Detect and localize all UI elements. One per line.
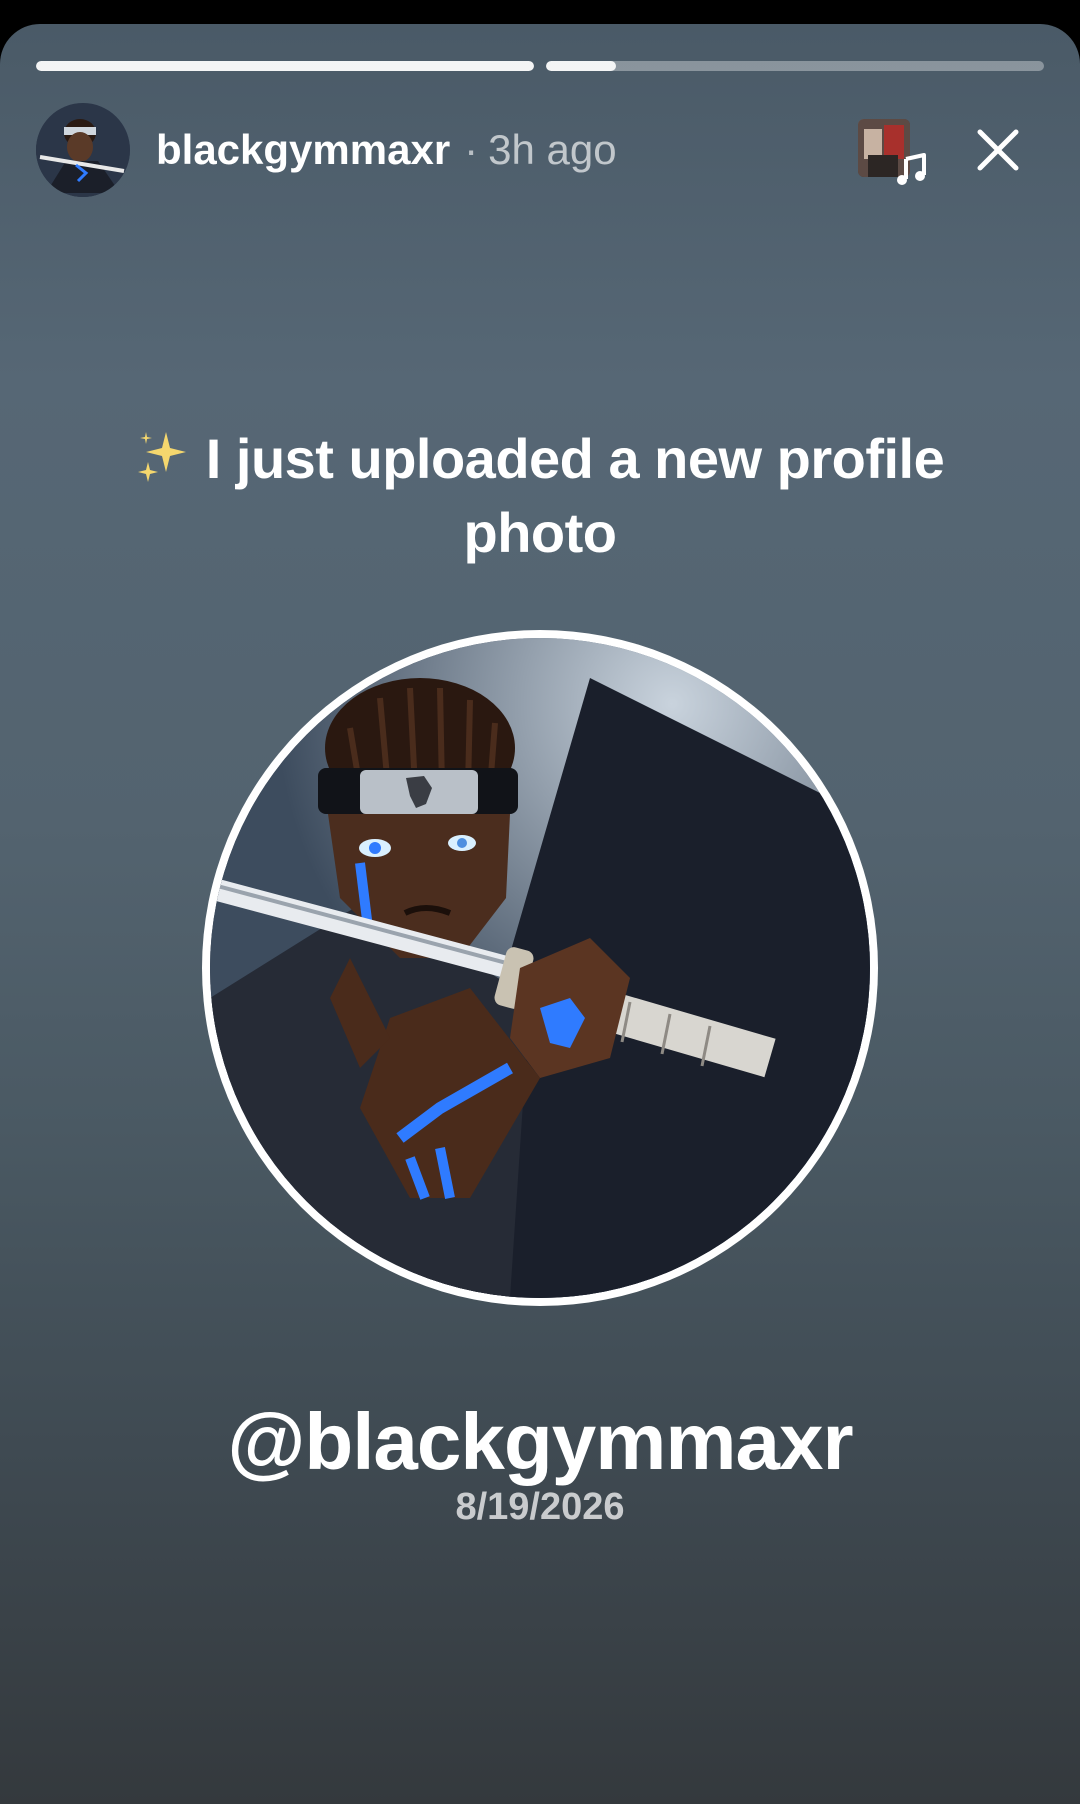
avatar-image bbox=[36, 103, 130, 197]
time-ago: 3h ago bbox=[488, 126, 617, 173]
sparkles-icon bbox=[137, 432, 186, 482]
story-caption: I just uploaded a new profile photo bbox=[100, 422, 980, 570]
story-header: blackgymmaxr · 3h ago bbox=[36, 102, 1044, 198]
progress-segment-2 bbox=[546, 61, 1044, 71]
separator-dot: · bbox=[464, 126, 479, 173]
caption-text: I just uploaded a new profile photo bbox=[205, 427, 945, 564]
profile-photo[interactable] bbox=[202, 630, 878, 1306]
upload-date: 8/19/2026 bbox=[455, 1486, 625, 1528]
username[interactable]: blackgymmaxr bbox=[156, 126, 450, 174]
profile-photo-image bbox=[210, 638, 870, 1298]
progress-segment-1 bbox=[36, 61, 534, 71]
music-button[interactable] bbox=[858, 119, 926, 185]
story-viewer[interactable]: blackgymmaxr · 3h ago I just uploaded a … bbox=[0, 24, 1080, 1804]
story-progress-bar bbox=[36, 61, 1044, 71]
avatar[interactable] bbox=[36, 103, 130, 197]
profile-handle: @blackgymmaxr bbox=[227, 1397, 853, 1486]
close-icon[interactable] bbox=[974, 126, 1022, 174]
music-note-icon bbox=[897, 153, 926, 185]
